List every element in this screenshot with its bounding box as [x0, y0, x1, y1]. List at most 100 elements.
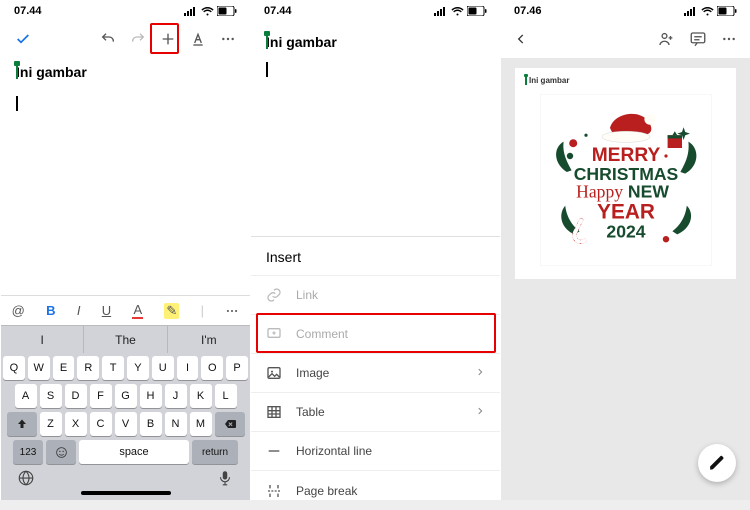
key-j[interactable]: J: [165, 384, 187, 408]
collab-cursor-icon: [16, 64, 18, 79]
row-label: Link: [296, 288, 485, 302]
shift-key[interactable]: [7, 412, 37, 436]
document-title[interactable]: Ini gambar: [1, 58, 250, 84]
comment-add-icon: [266, 326, 282, 342]
comments-icon[interactable]: [689, 30, 707, 48]
key-m[interactable]: M: [190, 412, 212, 436]
key-e[interactable]: E: [53, 356, 75, 380]
key-h[interactable]: H: [140, 384, 162, 408]
italic-button[interactable]: I: [77, 303, 81, 318]
table-icon: [266, 404, 282, 420]
insert-link-row[interactable]: Link: [251, 276, 500, 315]
key-x[interactable]: X: [65, 412, 87, 436]
key-o[interactable]: O: [201, 356, 223, 380]
cellular-icon: [434, 7, 448, 16]
underline-button[interactable]: U: [102, 303, 111, 318]
done-check-icon[interactable]: [15, 31, 31, 47]
suggestion-1[interactable]: I: [1, 326, 84, 353]
insert-table-row[interactable]: Table: [251, 393, 500, 432]
chevron-right-icon: [475, 405, 485, 419]
globe-icon[interactable]: [17, 469, 35, 487]
more-icon[interactable]: [220, 31, 236, 47]
key-w[interactable]: W: [28, 356, 50, 380]
insert-hr-row[interactable]: Horizontal line: [251, 432, 500, 471]
status-bar: 07.44: [251, 0, 500, 20]
document-body[interactable]: [1, 84, 250, 295]
text-color-button[interactable]: A: [132, 302, 143, 319]
chevron-right-icon: [475, 366, 485, 380]
svg-text:MERRY: MERRY: [591, 145, 660, 166]
format-bar: @ B I U A ✎ |: [1, 295, 250, 325]
suggestion-2[interactable]: The: [84, 326, 167, 353]
highlight-button[interactable]: ✎: [164, 303, 179, 319]
key-t[interactable]: T: [102, 356, 124, 380]
row-label: Page break: [296, 484, 485, 498]
keyboard-suggestions: I The I'm: [1, 325, 250, 353]
svg-text:YEAR: YEAR: [597, 200, 655, 223]
space-key[interactable]: space: [79, 440, 189, 464]
key-l[interactable]: L: [215, 384, 237, 408]
key-n[interactable]: N: [165, 412, 187, 436]
text-cursor: [266, 62, 268, 77]
battery-icon: [717, 6, 737, 16]
key-c[interactable]: C: [90, 412, 112, 436]
svg-text:2024: 2024: [606, 222, 645, 242]
key-q[interactable]: Q: [3, 356, 25, 380]
inserted-image[interactable]: MERRY CHRISTMAS Happy NEW YEAR 2024: [541, 95, 711, 265]
key-k[interactable]: K: [190, 384, 212, 408]
key-s[interactable]: S: [40, 384, 62, 408]
emoji-key[interactable]: [46, 440, 76, 464]
key-u[interactable]: U: [152, 356, 174, 380]
insert-image-row[interactable]: Image: [251, 354, 500, 393]
suggestion-3[interactable]: I'm: [168, 326, 250, 353]
battery-icon: [467, 6, 487, 16]
redo-icon[interactable]: [130, 31, 146, 47]
key-v[interactable]: V: [115, 412, 137, 436]
screenshot-panel-editor: 07.44 Ini gambar @ B I U A ✎ |: [0, 0, 250, 500]
insert-plus-icon[interactable]: [160, 31, 176, 47]
numbers-key[interactable]: 123: [13, 440, 43, 464]
key-row-1: Q W E R T Y U I O P: [3, 356, 248, 380]
cellular-icon: [684, 7, 698, 16]
row-label: Table: [296, 405, 461, 419]
share-person-add-icon[interactable]: [657, 30, 675, 48]
svg-text:Happy: Happy: [576, 182, 623, 202]
key-z[interactable]: Z: [40, 412, 62, 436]
key-g[interactable]: G: [115, 384, 137, 408]
text-cursor: [16, 96, 18, 111]
svg-text:NEW: NEW: [627, 182, 668, 202]
mention-icon[interactable]: @: [12, 303, 25, 318]
insert-comment-row[interactable]: Comment: [251, 315, 500, 354]
key-i[interactable]: I: [177, 356, 199, 380]
key-row-2: A S D F G H J K L: [3, 384, 248, 408]
key-d[interactable]: D: [65, 384, 87, 408]
emoji-icon: [55, 446, 68, 459]
undo-icon[interactable]: [100, 31, 116, 47]
backspace-key[interactable]: [215, 412, 245, 436]
backspace-icon: [223, 418, 237, 430]
key-a[interactable]: A: [15, 384, 37, 408]
back-chevron-icon[interactable]: [514, 32, 528, 46]
key-y[interactable]: Y: [127, 356, 149, 380]
return-key[interactable]: return: [192, 440, 238, 464]
status-bar: 07.46: [501, 0, 750, 20]
bold-button[interactable]: B: [46, 303, 55, 318]
key-row-4: 123 space return: [3, 440, 248, 464]
key-b[interactable]: B: [140, 412, 162, 436]
text-format-icon[interactable]: [190, 31, 206, 47]
status-time: 07.44: [264, 5, 292, 17]
link-icon: [266, 287, 282, 303]
screenshot-panel-insert-sheet: 07.44 Ini gambar Insert Link Comment Ima…: [250, 0, 500, 500]
format-more-icon[interactable]: [225, 304, 239, 318]
edit-fab[interactable]: [698, 444, 736, 482]
document-title[interactable]: Ini gambar: [251, 20, 500, 52]
key-r[interactable]: R: [77, 356, 99, 380]
insert-sheet: Insert Link Comment Image Table Horizont…: [251, 236, 500, 500]
status-indicators: [434, 6, 487, 16]
more-icon[interactable]: [721, 31, 737, 47]
mic-icon[interactable]: [216, 469, 234, 487]
key-p[interactable]: P: [226, 356, 248, 380]
key-f[interactable]: F: [90, 384, 112, 408]
insert-pagebreak-row[interactable]: Page break: [251, 471, 500, 510]
document-page[interactable]: Ini gambar: [515, 68, 736, 279]
